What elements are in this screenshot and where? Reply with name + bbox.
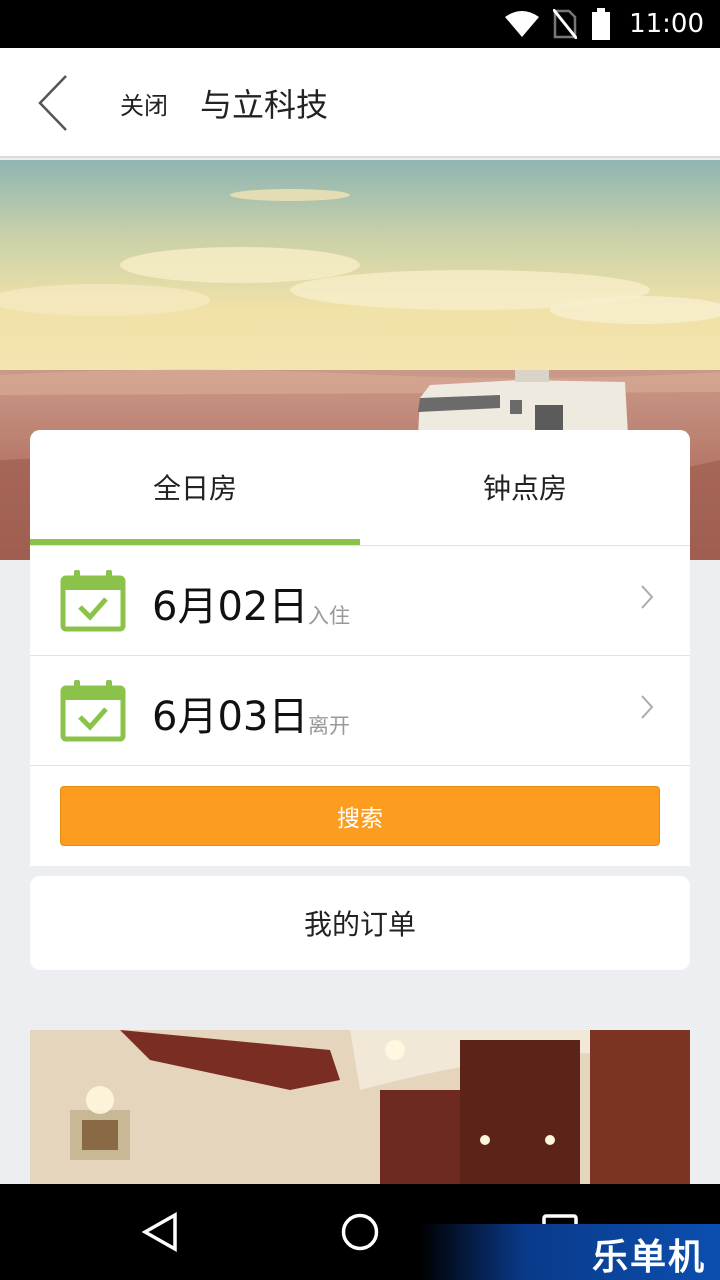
checkin-date: 6月02日	[152, 584, 309, 630]
back-arrow-icon[interactable]	[30, 72, 80, 134]
watermark-logo: 乐单机	[420, 1224, 720, 1280]
checkout-date-row[interactable]: 6月03日 离开	[30, 656, 690, 766]
navigation-bar: 关闭 与立科技	[0, 48, 720, 158]
checkout-label: 离开	[308, 714, 350, 738]
search-button[interactable]: 搜索	[60, 786, 660, 846]
tab-hourly-room[interactable]: 钟点房	[360, 430, 690, 545]
tab-active-indicator	[30, 539, 360, 545]
status-bar: 11:00	[0, 0, 720, 48]
status-time: 11:00	[629, 9, 704, 39]
room-type-tabs: 全日房 钟点房	[30, 430, 690, 546]
wifi-icon	[505, 11, 540, 37]
chevron-right-icon	[641, 585, 654, 609]
battery-icon	[592, 8, 611, 40]
booking-card: 全日房 钟点房 6月02日 入住 6月03日 离开 搜索	[30, 430, 690, 866]
no-sim-icon	[553, 9, 578, 39]
page-title: 与立科技	[200, 86, 329, 124]
calendar-check-icon	[60, 680, 126, 742]
watermark-text: 乐单机	[591, 1237, 706, 1278]
checkin-date-row[interactable]: 6月02日 入住	[30, 546, 690, 656]
close-button[interactable]: 关闭	[120, 86, 168, 121]
tab-full-day-room[interactable]: 全日房	[30, 430, 360, 545]
home-circle-icon[interactable]	[340, 1212, 380, 1252]
search-container: 搜索	[30, 766, 690, 866]
checkout-date: 6月03日	[152, 694, 309, 740]
calendar-check-icon	[60, 570, 126, 632]
checkin-label: 入住	[308, 604, 350, 628]
chevron-right-icon	[641, 695, 654, 719]
back-triangle-icon[interactable]	[142, 1212, 178, 1252]
my-orders-button[interactable]: 我的订单	[30, 876, 690, 970]
rv-interior-image	[30, 1030, 690, 1184]
